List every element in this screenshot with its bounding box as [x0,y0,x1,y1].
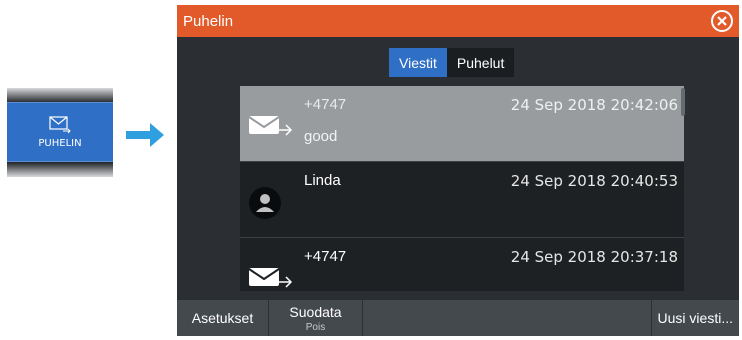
message-sender: +4747 [304,96,347,113]
tab-messages[interactable]: Viestit [389,48,447,77]
envelope-icon [49,115,71,133]
contact-avatar-icon [249,187,281,219]
message-row[interactable]: +4747 24 Sep 2018 20:42:06 good [240,86,684,162]
message-preview: good [304,128,338,145]
message-sender: +4747 [304,248,347,265]
settings-button[interactable]: Asetukset [177,300,269,336]
message-envelope-icon [248,116,293,136]
close-button[interactable] [711,10,733,32]
tab-bar: Viestit Puhelut [389,48,515,77]
close-icon [717,16,727,26]
message-row[interactable]: Linda 24 Sep 2018 20:40:53 [240,162,684,238]
new-message-button[interactable]: Uusi viesti... [652,300,739,336]
filter-button[interactable]: Suodata Pois [269,300,363,336]
message-list[interactable]: +4747 24 Sep 2018 20:42:06 good Linda 24… [240,86,684,291]
tab-calls[interactable]: Puhelut [446,48,515,77]
phone-dialog: Puhelin Viestit Puhelut +4747 24 Sep 201… [177,5,739,336]
filter-button-label: Suodata [289,303,342,320]
settings-button-label: Asetukset [191,310,254,326]
bottom-bar: Asetukset Suodata Pois Uusi viesti... [177,300,739,336]
dialog-title: Puhelin [183,12,234,30]
tile-top-fade [7,88,113,102]
right-arrow-icon [126,123,164,147]
phone-app-tile[interactable]: PUHELIN [7,102,113,162]
phone-app-tile-label: PUHELIN [38,137,82,149]
message-timestamp: 24 Sep 2018 20:37:18 [510,248,678,266]
message-sender: Linda [304,172,341,189]
sidebar-tile-strip: PUHELIN [7,88,113,177]
filter-value: Pois [305,321,326,333]
message-row[interactable]: +4747 24 Sep 2018 20:37:18 [240,238,684,291]
list-scrollbar[interactable] [681,88,685,116]
message-envelope-icon [248,268,293,288]
tile-bottom-fade [7,163,113,177]
dialog-titlebar: Puhelin [177,5,739,37]
bottom-bar-spacer [363,300,652,336]
new-message-button-label: Uusi viesti... [657,310,733,326]
message-timestamp: 24 Sep 2018 20:42:06 [510,96,678,114]
message-timestamp: 24 Sep 2018 20:40:53 [510,172,678,190]
